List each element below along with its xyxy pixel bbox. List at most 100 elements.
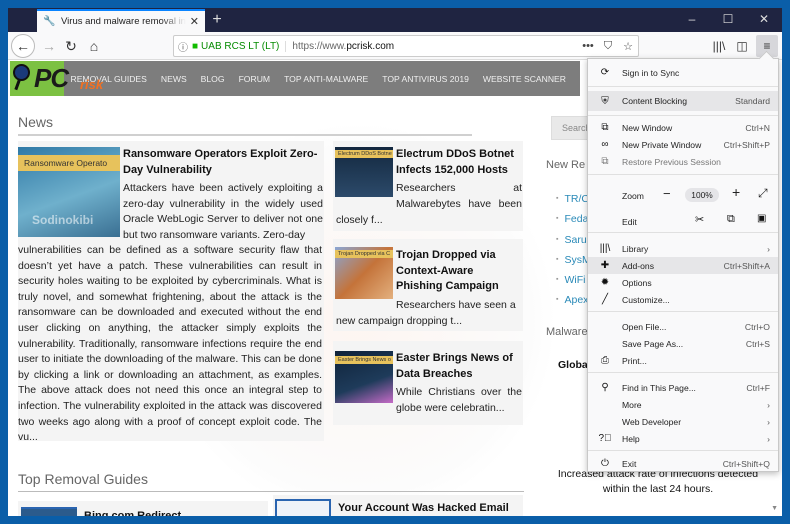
forward-button[interactable]: → [38, 35, 60, 57]
site-logo[interactable]: PC risk [10, 61, 103, 96]
new-removal-link[interactable]: WiFi [556, 270, 591, 290]
menu-more[interactable]: More › [588, 396, 778, 413]
news-card-title[interactable]: Electrum DDoS Botnet Infects 152,000 Hos… [396, 147, 522, 178]
info-icon[interactable]: ⓘ [174, 39, 192, 54]
menu-label: Library [622, 243, 649, 254]
new-removal-link[interactable]: TR/C [556, 189, 591, 209]
menu-library[interactable]: |||\ Library › [588, 240, 778, 257]
fullscreen-icon[interactable]: ⤢ [758, 186, 768, 201]
menu-content-blocking[interactable]: ⛨ Content Blocking Standard [588, 91, 778, 111]
new-tab-button[interactable]: + [206, 10, 228, 30]
menu-new-window[interactable]: ⧉ New Window Ctrl+N [588, 119, 778, 136]
menu-separator [588, 174, 778, 175]
menu-exit[interactable]: ⏻ Exit Ctrl+Shift+Q [588, 455, 778, 472]
nav-blog[interactable]: BLOG [201, 74, 225, 84]
removal-guide-thumbnail[interactable] [21, 507, 77, 516]
sync-icon: ⟳ [600, 67, 610, 78]
cut-icon[interactable]: ✂ [695, 213, 704, 226]
close-window-button[interactable]: ✕ [746, 8, 782, 32]
menu-save-page[interactable]: Save Page As... Ctrl+S [588, 335, 778, 352]
maximize-button[interactable]: ☐ [710, 8, 746, 32]
main-article-thumbnail[interactable]: Ransomware Operato Sodinokibi [18, 147, 120, 237]
main-article-title[interactable]: Ransomware Operators Exploit Zero-Day Vu… [123, 147, 323, 178]
menu-zoom-row: Zoom [588, 187, 778, 204]
back-button[interactable]: ← [11, 34, 35, 58]
new-removal-link[interactable]: Apex [556, 290, 591, 310]
copy-icon[interactable]: ⧉ [727, 213, 735, 226]
menu-help[interactable]: ?⃝ Help › [588, 430, 778, 447]
menu-sign-in-sync[interactable]: ⟳ Sign in to Sync [588, 64, 778, 81]
logo-pc: PC [34, 63, 69, 93]
scroll-down-arrow[interactable]: ▼ [771, 505, 778, 512]
url-text[interactable]: https://www.pcrisk.com [292, 41, 578, 52]
page-actions-icon[interactable]: ••• [578, 40, 598, 52]
new-removal-link[interactable]: Saru [556, 230, 591, 250]
menu-find[interactable]: ⚲ Find in This Page... Ctrl+F [588, 379, 778, 396]
menu-label: Add-ons [622, 260, 655, 271]
menu-label: New Window [622, 122, 673, 133]
removal-guide-title[interactable]: Bing.com Redirect [84, 509, 264, 516]
news-card-rest: new campaign dropping t... [336, 315, 463, 327]
news-heading: News [18, 114, 54, 130]
identity-org[interactable]: UAB RCS LT (LT) [201, 40, 287, 52]
stat-line-2: within the last 24 hours. [602, 483, 714, 495]
menu-print[interactable]: ⎙ Print... [588, 352, 778, 369]
menu-label: Help [622, 433, 640, 444]
menu-separator [588, 232, 778, 233]
news-card-title[interactable]: Easter Brings News of Data Breaches [396, 351, 522, 382]
zoom-out-button[interactable]: − [663, 186, 671, 201]
menu-shortcut: Ctrl+Shift+P [723, 139, 770, 150]
menu-open-file[interactable]: Open File... Ctrl+O [588, 318, 778, 335]
menu-web-developer[interactable]: Web Developer › [588, 413, 778, 430]
private-mask-icon: ∞ [601, 139, 609, 150]
menu-restore-session[interactable]: ⧉ Restore Previous Session [588, 153, 778, 170]
library-icon: |||\ [712, 39, 726, 53]
library-button[interactable]: |||\ [708, 35, 730, 57]
reload-button[interactable]: ↻ [60, 35, 82, 57]
magnifier-icon [13, 64, 30, 81]
site-header: PC risk REMOVAL GUIDES NEWS BLOG FORUM T… [10, 61, 580, 96]
menu-add-ons[interactable]: ✚ Add-ons Ctrl+Shift+A [588, 257, 778, 274]
url-domain: pcrisk.com [346, 40, 395, 52]
new-removals-heading: New Re [546, 159, 586, 171]
removal-guide-title[interactable]: Your Account Was Hacked Email Scam [338, 501, 523, 516]
zoom-in-button[interactable]: + [732, 184, 740, 200]
lock-icon: ■ [192, 40, 199, 52]
menu-label: Web Developer [622, 416, 682, 427]
news-card-thumbnail[interactable]: Easter Brings News o [335, 351, 393, 403]
pocket-icon[interactable]: ⛉ [598, 40, 618, 53]
logo-risk: risk [80, 77, 104, 92]
nav-top-antivirus[interactable]: TOP ANTIVIRUS 2019 [382, 74, 469, 84]
nav-news[interactable]: NEWS [161, 74, 187, 84]
bookmark-star-icon[interactable]: ☆ [618, 40, 638, 53]
nav-website-scanner[interactable]: WEBSITE SCANNER [483, 74, 566, 84]
new-window-icon: ⧉ [601, 122, 609, 133]
thumb-label: Trojan Dropped via C [335, 250, 393, 258]
menu-label: More [622, 399, 642, 410]
paste-icon[interactable]: ▣ [757, 213, 766, 224]
news-card-title[interactable]: Trojan Dropped via Context-Aware Phishin… [396, 248, 522, 295]
menu-new-private-window[interactable]: ∞ New Private Window Ctrl+Shift+P [588, 136, 778, 153]
minimize-button[interactable]: – [674, 8, 710, 32]
menu-shortcut: Ctrl+Shift+A [723, 260, 770, 271]
removal-guide-thumbnail[interactable] [275, 499, 331, 516]
menu-options[interactable]: ✹ Options [588, 274, 778, 291]
new-removal-link[interactable]: Feda [556, 209, 591, 229]
tab-active[interactable]: 🔧 Virus and malware removal instructions… [37, 9, 205, 32]
sidebar-button[interactable]: ◫ [731, 35, 753, 57]
news-card-thumbnail[interactable]: Electrum DDoS Botne [335, 147, 393, 197]
menu-label: Content Blocking [622, 96, 687, 106]
app-menu-panel: ⟳ Sign in to Sync ⛨ Content Blocking Standa… [587, 58, 779, 472]
home-button[interactable]: ⌂ [83, 35, 105, 57]
new-removal-link[interactable]: SysM [556, 250, 590, 270]
zoom-reset-button[interactable]: 100% [685, 188, 719, 202]
menu-customize[interactable]: ╱ Customize... [588, 291, 778, 308]
top-removal-guides-heading: Top Removal Guides [18, 471, 148, 487]
menu-shortcut: Ctrl+F [746, 382, 770, 393]
nav-forum[interactable]: FORUM [239, 74, 271, 84]
news-card-thumbnail[interactable]: Trojan Dropped via C [335, 247, 393, 299]
url-bar[interactable]: ⓘ ■ UAB RCS LT (LT) https://www.pcrisk.c… [173, 35, 639, 57]
tab-close-icon[interactable]: ✕ [190, 15, 199, 28]
nav-top-anti-malware[interactable]: TOP ANTI-MALWARE [284, 74, 368, 84]
news-card-intro: Researchers at Malwarebytes have been [396, 182, 522, 210]
